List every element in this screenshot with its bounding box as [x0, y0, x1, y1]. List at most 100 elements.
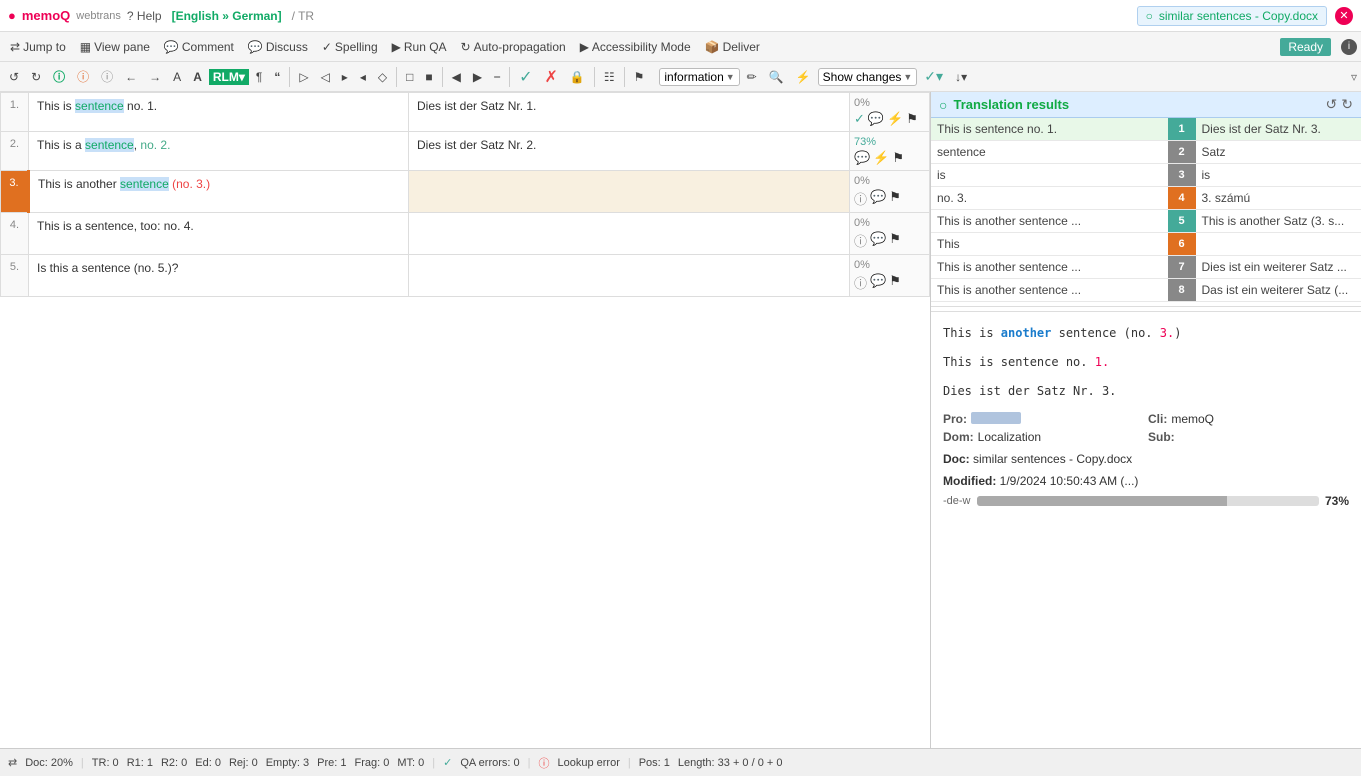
doc-value: similar sentences - Copy.docx [973, 452, 1132, 466]
tr-num-cell: 4 [1168, 187, 1196, 210]
run-qa-button[interactable]: ▶ Run QA [386, 38, 453, 56]
flag-icon-3[interactable]: ⚑ [889, 189, 901, 208]
font-size-btn[interactable]: A [168, 68, 186, 86]
chat-icon-2[interactable]: 💬 [854, 150, 870, 166]
source-cell-4[interactable]: This is a sentence, too: no. 4. [29, 213, 409, 255]
confirm-btn[interactable]: ✓ [514, 65, 537, 89]
source-cell-3[interactable]: This is another sentence (no. 3.) [29, 171, 409, 213]
para-btn[interactable]: ¶ [251, 68, 267, 86]
redo-button[interactable]: ↻ [26, 68, 46, 86]
tag-btn-5[interactable]: ◇ [373, 68, 392, 86]
rlm-btn[interactable]: RLM▾ [209, 69, 249, 85]
filter-icon[interactable]: ▿ [1351, 70, 1357, 84]
search-btn[interactable]: 🔍 [764, 68, 789, 86]
target-cell-3[interactable] [409, 171, 850, 213]
doc-pct: Doc: 20% [25, 757, 73, 769]
progress-bar [977, 496, 1319, 506]
target-cell-5[interactable] [409, 255, 850, 297]
info-icon[interactable]: i [1341, 39, 1357, 55]
flag-btn[interactable]: ⚑ [629, 68, 650, 86]
view-pane-button[interactable]: ▦ View pane [74, 38, 156, 56]
tr-header: ○ Translation results ↺ ↻ [931, 92, 1361, 118]
info-btn-2[interactable]: ⓘ [72, 66, 94, 87]
tr-result-row[interactable]: This 6 [931, 233, 1361, 256]
chat-icon-1[interactable]: 💬 [868, 111, 884, 127]
show-changes-arrow: ▼ [903, 72, 912, 82]
info-icon-3[interactable]: ⓘ [854, 189, 867, 208]
copy-btn[interactable]: □ [401, 68, 418, 86]
tag-btn-1[interactable]: ▷ [294, 68, 313, 86]
quote-btn[interactable]: “ [269, 68, 285, 86]
info-btn-1[interactable]: ⓘ [48, 66, 70, 87]
tr-result-row[interactable]: This is sentence no. 1. 1 Dies ist der S… [931, 118, 1361, 141]
lightning-icon-1[interactable]: ⚡ [887, 111, 903, 127]
tr-nav-back[interactable]: ↺ [1326, 96, 1338, 113]
info-btn-3[interactable]: ⓘ [96, 66, 118, 87]
tr-result-row[interactable]: This is another sentence ... 5 This is a… [931, 210, 1361, 233]
flag-icon-4[interactable]: ⚑ [889, 231, 901, 250]
spelling-button[interactable]: ✓ Spelling [316, 38, 384, 56]
source-cell-1[interactable]: This is sentence no. 1. [29, 93, 409, 132]
tr-result-row[interactable]: is 3 is [931, 164, 1361, 187]
close-button[interactable]: ✕ [1335, 7, 1353, 25]
tr-result-row[interactable]: sentence 2 Satz [931, 141, 1361, 164]
link-btn-2[interactable]: ▶ [468, 68, 487, 86]
chat-icon-5[interactable]: 💬 [870, 273, 886, 292]
tag-btn-2[interactable]: ◁ [316, 68, 335, 86]
accessibility-mode-button[interactable]: ▶ Accessibility Mode [574, 38, 697, 56]
arrow-right-btn[interactable]: → [144, 68, 166, 86]
chat-icon-3[interactable]: 💬 [870, 189, 886, 208]
ready-status: Ready [1280, 38, 1331, 56]
chain-btn[interactable]: ⎯ [489, 67, 505, 86]
magic-btn[interactable]: ⚡ [791, 68, 816, 86]
tr-result-row[interactable]: This is another sentence ... 7 Dies ist … [931, 256, 1361, 279]
flag-icon-5[interactable]: ⚑ [889, 273, 901, 292]
detail-this-is: This is [943, 326, 1001, 340]
discuss-button[interactable]: 💬 Discuss [242, 38, 314, 56]
grid-btn[interactable]: ☷ [599, 68, 620, 86]
comment-button[interactable]: 💬 Comment [158, 38, 240, 56]
information-dropdown[interactable]: information ▼ [659, 68, 739, 86]
target-cell-2[interactable]: Dies ist der Satz Nr. 2. [409, 132, 850, 171]
deliver-button[interactable]: 📦 Deliver [699, 38, 766, 56]
link-btn-1[interactable]: ◀ [447, 68, 466, 86]
edit-btn[interactable]: ✏ [742, 68, 762, 86]
jump-to-button[interactable]: ⇄ Jump to [4, 38, 72, 56]
status-icon-1[interactable]: ✓ [854, 111, 865, 127]
tr-result-row[interactable]: no. 3. 4 3. számú [931, 187, 1361, 210]
lightning-icon-2[interactable]: ⚡ [873, 150, 889, 166]
paste-btn[interactable]: ■ [420, 68, 437, 86]
tr-tgt-cell: is [1196, 164, 1361, 187]
source-cell-2[interactable]: This is a sentence, no. 2. [29, 132, 409, 171]
tr-src-cell: no. 3. [931, 187, 1168, 210]
chat-icon-4[interactable]: 💬 [870, 231, 886, 250]
info-icon-4[interactable]: ⓘ [854, 231, 867, 250]
target-cell-1[interactable]: Dies ist der Satz Nr. 1. [409, 93, 850, 132]
tr-result-row[interactable]: This is another sentence ... 8 Das ist e… [931, 279, 1361, 302]
similar-sentences-title: similar sentences - Copy.docx [1159, 9, 1318, 23]
tag-btn-3[interactable]: ▸ [337, 68, 353, 86]
check-btn[interactable]: ✓▾ [919, 66, 948, 87]
tr-nav-forward[interactable]: ↻ [1341, 96, 1353, 113]
arrow-left-btn[interactable]: ← [120, 68, 142, 86]
table-row: 3. This is another sentence (no. 3.) 0% … [1, 171, 930, 213]
target-cell-4[interactable] [409, 213, 850, 255]
flag-icon-2[interactable]: ⚑ [892, 150, 904, 166]
info-icon-5[interactable]: ⓘ [854, 273, 867, 292]
flag-icon-1[interactable]: ⚑ [906, 111, 918, 127]
show-changes-dropdown[interactable]: Show changes ▼ [818, 68, 918, 86]
app-name: memoQ [22, 8, 70, 23]
modified-value: 1/9/2024 10:50:43 AM (...) [1000, 474, 1139, 488]
help-link[interactable]: ? Help [127, 9, 162, 23]
source-cell-5[interactable]: Is this a sentence (no. 5.)? [29, 255, 409, 297]
tr-src-cell: is [931, 164, 1168, 187]
reject-btn[interactable]: ✗ [539, 65, 562, 89]
detail-num-3: 3. [1160, 326, 1174, 340]
arrow-down-btn[interactable]: ↓▾ [950, 68, 972, 86]
tag-btn-4[interactable]: ◂ [355, 68, 371, 86]
lock-btn[interactable]: 🔒 [565, 68, 590, 86]
detail-line-2: This is sentence no. 1. [943, 353, 1349, 372]
undo-button[interactable]: ↺ [4, 68, 24, 86]
auto-propagation-button[interactable]: ↻ Auto-propagation [455, 38, 572, 56]
bold-btn[interactable]: A [188, 68, 207, 86]
